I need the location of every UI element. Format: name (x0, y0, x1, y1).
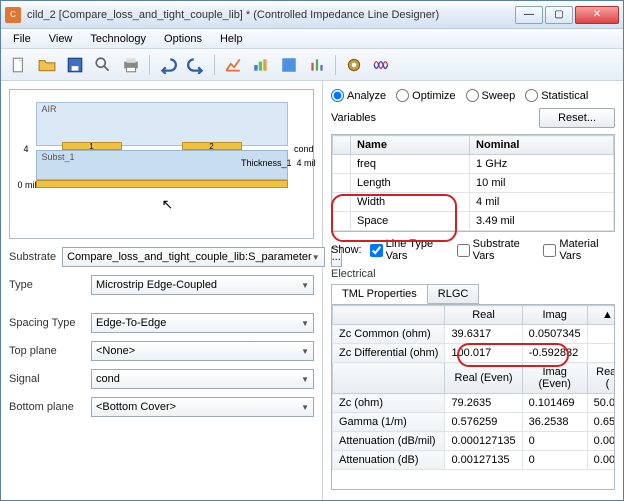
new-icon[interactable] (7, 53, 31, 77)
menu-file[interactable]: File (5, 31, 39, 47)
print-icon[interactable] (119, 53, 143, 77)
col-name: Name (351, 136, 470, 155)
menu-technology[interactable]: Technology (82, 31, 154, 47)
dim-0mil: 0 mil (18, 180, 37, 190)
window-title: cild_2 [Compare_loss_and_tight_couple_li… (27, 9, 515, 21)
variables-table[interactable]: Name Nominal freq1 GHz Length10 mil Widt… (331, 134, 615, 232)
close-button[interactable]: ✕ (575, 6, 619, 24)
substrate-label: Subst_1 (42, 152, 75, 162)
chart1-icon[interactable] (221, 53, 245, 77)
ground-layer (36, 180, 288, 188)
menu-options[interactable]: Options (156, 31, 210, 47)
signal-select[interactable]: cond▼ (91, 369, 314, 389)
search-icon[interactable] (91, 53, 115, 77)
show-label: Show: (331, 244, 362, 256)
tab-tml-properties[interactable]: TML Properties (331, 284, 428, 304)
dim-4: 4 (24, 144, 29, 154)
bottom-plane-label: Bottom plane (9, 401, 85, 413)
app-icon: C (5, 7, 21, 23)
table-row: Space3.49 mil (333, 212, 614, 231)
gear-icon[interactable] (342, 53, 366, 77)
air-label: AIR (42, 104, 57, 114)
table-row: Attenuation (dB/mil)0.00012713500.000 (333, 432, 616, 451)
open-icon[interactable] (35, 53, 59, 77)
type-select[interactable]: Microstrip Edge-Coupled▼ (91, 275, 314, 295)
thickness-label: Thickness_1 (241, 158, 292, 168)
table-row: freq1 GHz (333, 155, 614, 174)
col-nominal: Nominal (470, 136, 614, 155)
table-row: Length10 mil (333, 174, 614, 193)
maximize-button[interactable]: ▢ (545, 6, 573, 24)
menu-view[interactable]: View (41, 31, 81, 47)
table-row: Gamma (1/m)0.57625936.25380.651 (333, 413, 616, 432)
table-row: Zc Differential (ohm)100.017-0.592832 (333, 344, 616, 363)
line-type-vars-check[interactable]: Line Type Vars (370, 238, 449, 262)
chevron-down-icon: ▼ (301, 319, 309, 328)
chevron-down-icon: ▼ (301, 375, 309, 384)
type-field-label: Type (9, 279, 85, 291)
chevron-down-icon: ▼ (301, 347, 309, 356)
tab-rlgc[interactable]: RLGC (427, 284, 480, 304)
spacing-type-select[interactable]: Edge-To-Edge▼ (91, 313, 314, 333)
statistical-radio[interactable]: Statistical (525, 89, 588, 102)
chart4-icon[interactable] (305, 53, 329, 77)
table-row: Zc (ohm)79.26350.10146950.00 (333, 394, 616, 413)
reset-button[interactable]: Reset... (539, 108, 615, 128)
tml-properties-table[interactable]: RealImag▲ Zc Common (ohm)39.63170.050734… (331, 304, 615, 490)
minimize-button[interactable]: — (515, 6, 543, 24)
substrate-field-label: Substrate (9, 251, 56, 263)
undo-icon[interactable] (156, 53, 180, 77)
top-plane-select[interactable]: <None>▼ (91, 341, 314, 361)
chevron-down-icon: ▼ (301, 403, 309, 412)
chevron-down-icon: ▼ (312, 253, 320, 262)
bottom-plane-select[interactable]: <Bottom Cover>▼ (91, 397, 314, 417)
top-plane-label: Top plane (9, 345, 85, 357)
sweep-radio[interactable]: Sweep (466, 89, 516, 102)
optimize-radio[interactable]: Optimize (396, 89, 455, 102)
dim-cond: cond (294, 144, 314, 154)
wave-icon[interactable] (370, 53, 394, 77)
spacing-type-label: Spacing Type (9, 317, 85, 329)
signal-label: Signal (9, 373, 85, 385)
cross-section-canvas[interactable]: AIR 1 2 Subst_1 4 0 mil cond Thickness_1… (9, 89, 314, 239)
material-vars-check[interactable]: Material Vars (543, 238, 615, 262)
trace-2: 2 (182, 142, 242, 150)
cursor-icon: ↖ (162, 196, 174, 213)
save-icon[interactable] (63, 53, 87, 77)
table-row: Width4 mil (333, 193, 614, 212)
substrate-select[interactable]: Compare_loss_and_tight_couple_lib:S_para… (62, 247, 325, 267)
table-row: Zc Common (ohm)39.63170.0507345 (333, 325, 616, 344)
substrate-vars-check[interactable]: Substrate Vars (457, 238, 536, 262)
trace-1: 1 (62, 142, 122, 150)
dim-4mil: 4 mil (296, 158, 315, 168)
chart3-icon[interactable] (277, 53, 301, 77)
chevron-down-icon: ▼ (301, 281, 309, 290)
variables-label: Variables (331, 112, 376, 124)
chart2-icon[interactable] (249, 53, 273, 77)
electrical-label: Electrical (327, 266, 619, 282)
menu-help[interactable]: Help (212, 31, 251, 47)
analyze-radio[interactable]: Analyze (331, 89, 386, 102)
redo-icon[interactable] (184, 53, 208, 77)
air-layer (36, 102, 288, 146)
table-row: Attenuation (dB)0.0012713500.001 (333, 451, 616, 470)
